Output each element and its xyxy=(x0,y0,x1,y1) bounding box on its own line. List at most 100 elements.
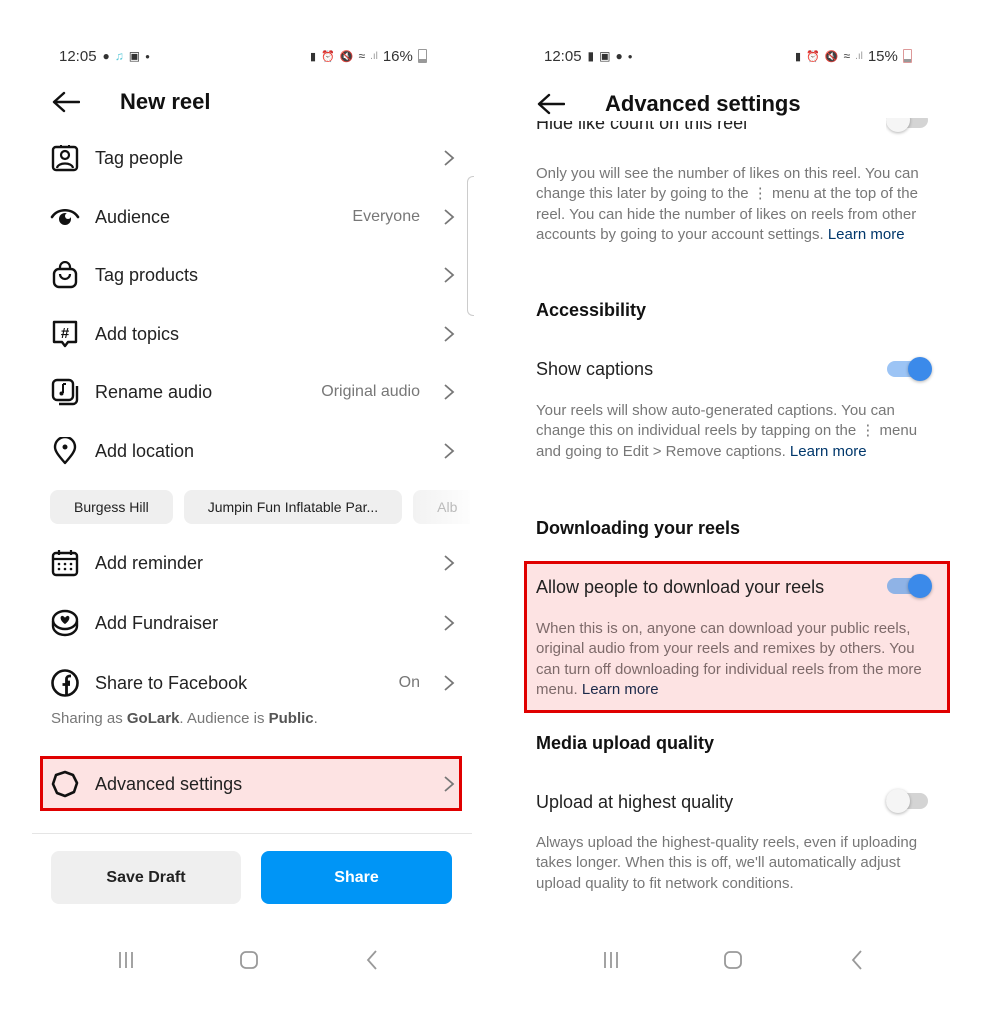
battery-percent: 16% xyxy=(382,47,413,65)
advanced-settings-row[interactable]: Advanced settings xyxy=(50,764,456,804)
description-text: Always upload the highest-quality reels,… xyxy=(536,834,918,892)
tag-people-row[interactable]: Tag people xyxy=(50,138,456,178)
tag-products-row[interactable]: Tag products xyxy=(50,255,456,295)
chevron-right-icon xyxy=(444,326,455,342)
audio-icon xyxy=(50,377,80,407)
home-button[interactable] xyxy=(229,945,269,975)
audience-value: Everyone xyxy=(352,208,420,225)
location-pin-icon xyxy=(50,436,80,466)
battery-icon xyxy=(417,49,427,63)
recent-apps-button[interactable] xyxy=(591,945,631,975)
signal-icon: .ıl xyxy=(855,50,863,62)
chevron-right-icon xyxy=(444,267,455,283)
location-chip[interactable]: Burgess Hill xyxy=(50,490,173,524)
home-icon xyxy=(724,951,742,969)
battery-percent: 15% xyxy=(867,47,898,65)
sharing-account: GoLark xyxy=(126,710,180,727)
learn-more-link[interactable]: Learn more xyxy=(790,443,867,460)
upload-highest-quality-description: Always upload the highest-quality reels,… xyxy=(536,833,936,894)
upload-highest-quality-label: Upload at highest quality xyxy=(536,792,734,812)
recent-apps-button[interactable] xyxy=(106,945,146,975)
rename-audio-label: Rename audio xyxy=(95,381,213,402)
signal-icon: .ıl xyxy=(370,50,378,62)
divider xyxy=(32,833,472,834)
advanced-settings-label: Advanced settings xyxy=(95,773,243,794)
rename-audio-value: Original audio xyxy=(321,383,420,400)
page-title: Advanced settings xyxy=(605,91,801,116)
back-nav-button[interactable] xyxy=(352,945,392,975)
back-button[interactable] xyxy=(537,93,567,115)
audience-row[interactable]: Audience Everyone xyxy=(50,197,456,237)
gear-icon xyxy=(50,769,80,799)
allow-download-label: Allow people to download your reels xyxy=(536,577,825,597)
accessibility-heading: Accessibility xyxy=(536,300,647,320)
back-icon xyxy=(366,950,377,970)
mute-icon: 🔇 xyxy=(824,50,839,63)
svg-text:#: # xyxy=(61,325,70,342)
home-button[interactable] xyxy=(713,945,753,975)
upload-highest-quality-toggle[interactable] xyxy=(886,789,930,813)
chevron-right-icon xyxy=(444,209,455,225)
status-bar-left: 12:05 ● ♫ ▣ ● xyxy=(59,44,155,68)
toggle-knob xyxy=(908,357,932,381)
chevron-right-icon xyxy=(444,384,455,400)
dot-icon: ● xyxy=(145,51,150,61)
hide-like-count-toggle[interactable] xyxy=(886,118,930,140)
allow-download-toggle[interactable] xyxy=(887,574,932,598)
sharing-note: Sharing as GoLark. Audience is Public. xyxy=(51,710,318,727)
back-button[interactable] xyxy=(52,91,82,113)
location-chip[interactable]: Jumpin Fun Inflatable Par... xyxy=(183,490,403,524)
media-upload-quality-heading: Media upload quality xyxy=(536,733,715,753)
learn-more-link[interactable]: Learn more xyxy=(828,226,905,243)
battery-icon xyxy=(902,49,912,63)
rename-audio-row[interactable]: Rename audio Original audio xyxy=(50,372,456,412)
fundraiser-heart-icon xyxy=(50,608,80,638)
add-reminder-row[interactable]: Add reminder xyxy=(50,543,456,583)
new-reel-screen: 12:05 ● ♫ ▣ ● ▮ ⏰ 🔇 ≈ .ıl 16% New reel T… xyxy=(0,0,495,1024)
scrollbar[interactable] xyxy=(467,176,474,316)
share-to-facebook-label: Share to Facebook xyxy=(95,672,248,693)
add-location-row[interactable]: Add location xyxy=(50,431,456,471)
show-captions-description: Your reels will show auto-generated capt… xyxy=(536,401,936,462)
home-icon xyxy=(240,951,258,969)
status-bar-right: ▮ ⏰ 🔇 ≈ .ıl 15% xyxy=(795,44,912,68)
alarm-icon: ⏰ xyxy=(806,50,820,63)
alarm-icon: ⏰ xyxy=(321,50,335,63)
tiktok-icon: ♫ xyxy=(114,49,124,63)
recent-apps-icon xyxy=(119,952,133,968)
chevron-right-icon xyxy=(444,150,455,166)
chevron-right-icon xyxy=(444,615,455,631)
facebook-icon xyxy=(50,668,80,698)
audience-label: Audience xyxy=(95,206,171,227)
save-draft-button[interactable]: Save Draft xyxy=(51,851,241,904)
page-title: New reel xyxy=(120,89,211,114)
gallery-icon: ▣ xyxy=(128,49,141,63)
wifi-icon: ≈ xyxy=(843,49,851,63)
mute-icon: 🔇 xyxy=(339,50,354,63)
status-time: 12:05 xyxy=(59,47,97,65)
share-button[interactable]: Share xyxy=(261,851,452,904)
show-captions-toggle[interactable] xyxy=(887,357,932,381)
share-to-facebook-value: On xyxy=(398,674,420,691)
back-icon xyxy=(851,950,862,970)
learn-more-link[interactable]: Learn more xyxy=(582,681,659,698)
wifi-icon: ≈ xyxy=(358,49,366,63)
add-fundraiser-row[interactable]: Add Fundraiser xyxy=(50,603,456,643)
status-bar-right: ▮ ⏰ 🔇 ≈ .ıl 16% xyxy=(310,44,427,68)
toggle-knob xyxy=(886,789,910,813)
tag-people-label: Tag people xyxy=(95,147,184,168)
location-chip[interactable]: Alb xyxy=(413,490,470,524)
dot-icon: ● xyxy=(627,51,633,61)
add-topics-label: Add topics xyxy=(95,323,180,344)
add-location-label: Add location xyxy=(95,440,195,461)
toggle-knob xyxy=(908,574,932,598)
back-arrow-icon xyxy=(52,91,80,113)
location-suggestions: Burgess Hill Jumpin Fun Inflatable Par..… xyxy=(50,490,470,524)
add-topics-row[interactable]: # Add topics xyxy=(50,314,456,354)
share-to-facebook-row[interactable]: Share to Facebook On xyxy=(50,663,456,703)
gallery-icon: ▣ xyxy=(599,49,611,63)
hashtag-icon: # xyxy=(50,319,80,349)
page-header: Advanced settings xyxy=(537,86,801,122)
back-nav-button[interactable] xyxy=(837,945,877,975)
sharing-note-suffix: . xyxy=(313,710,318,727)
